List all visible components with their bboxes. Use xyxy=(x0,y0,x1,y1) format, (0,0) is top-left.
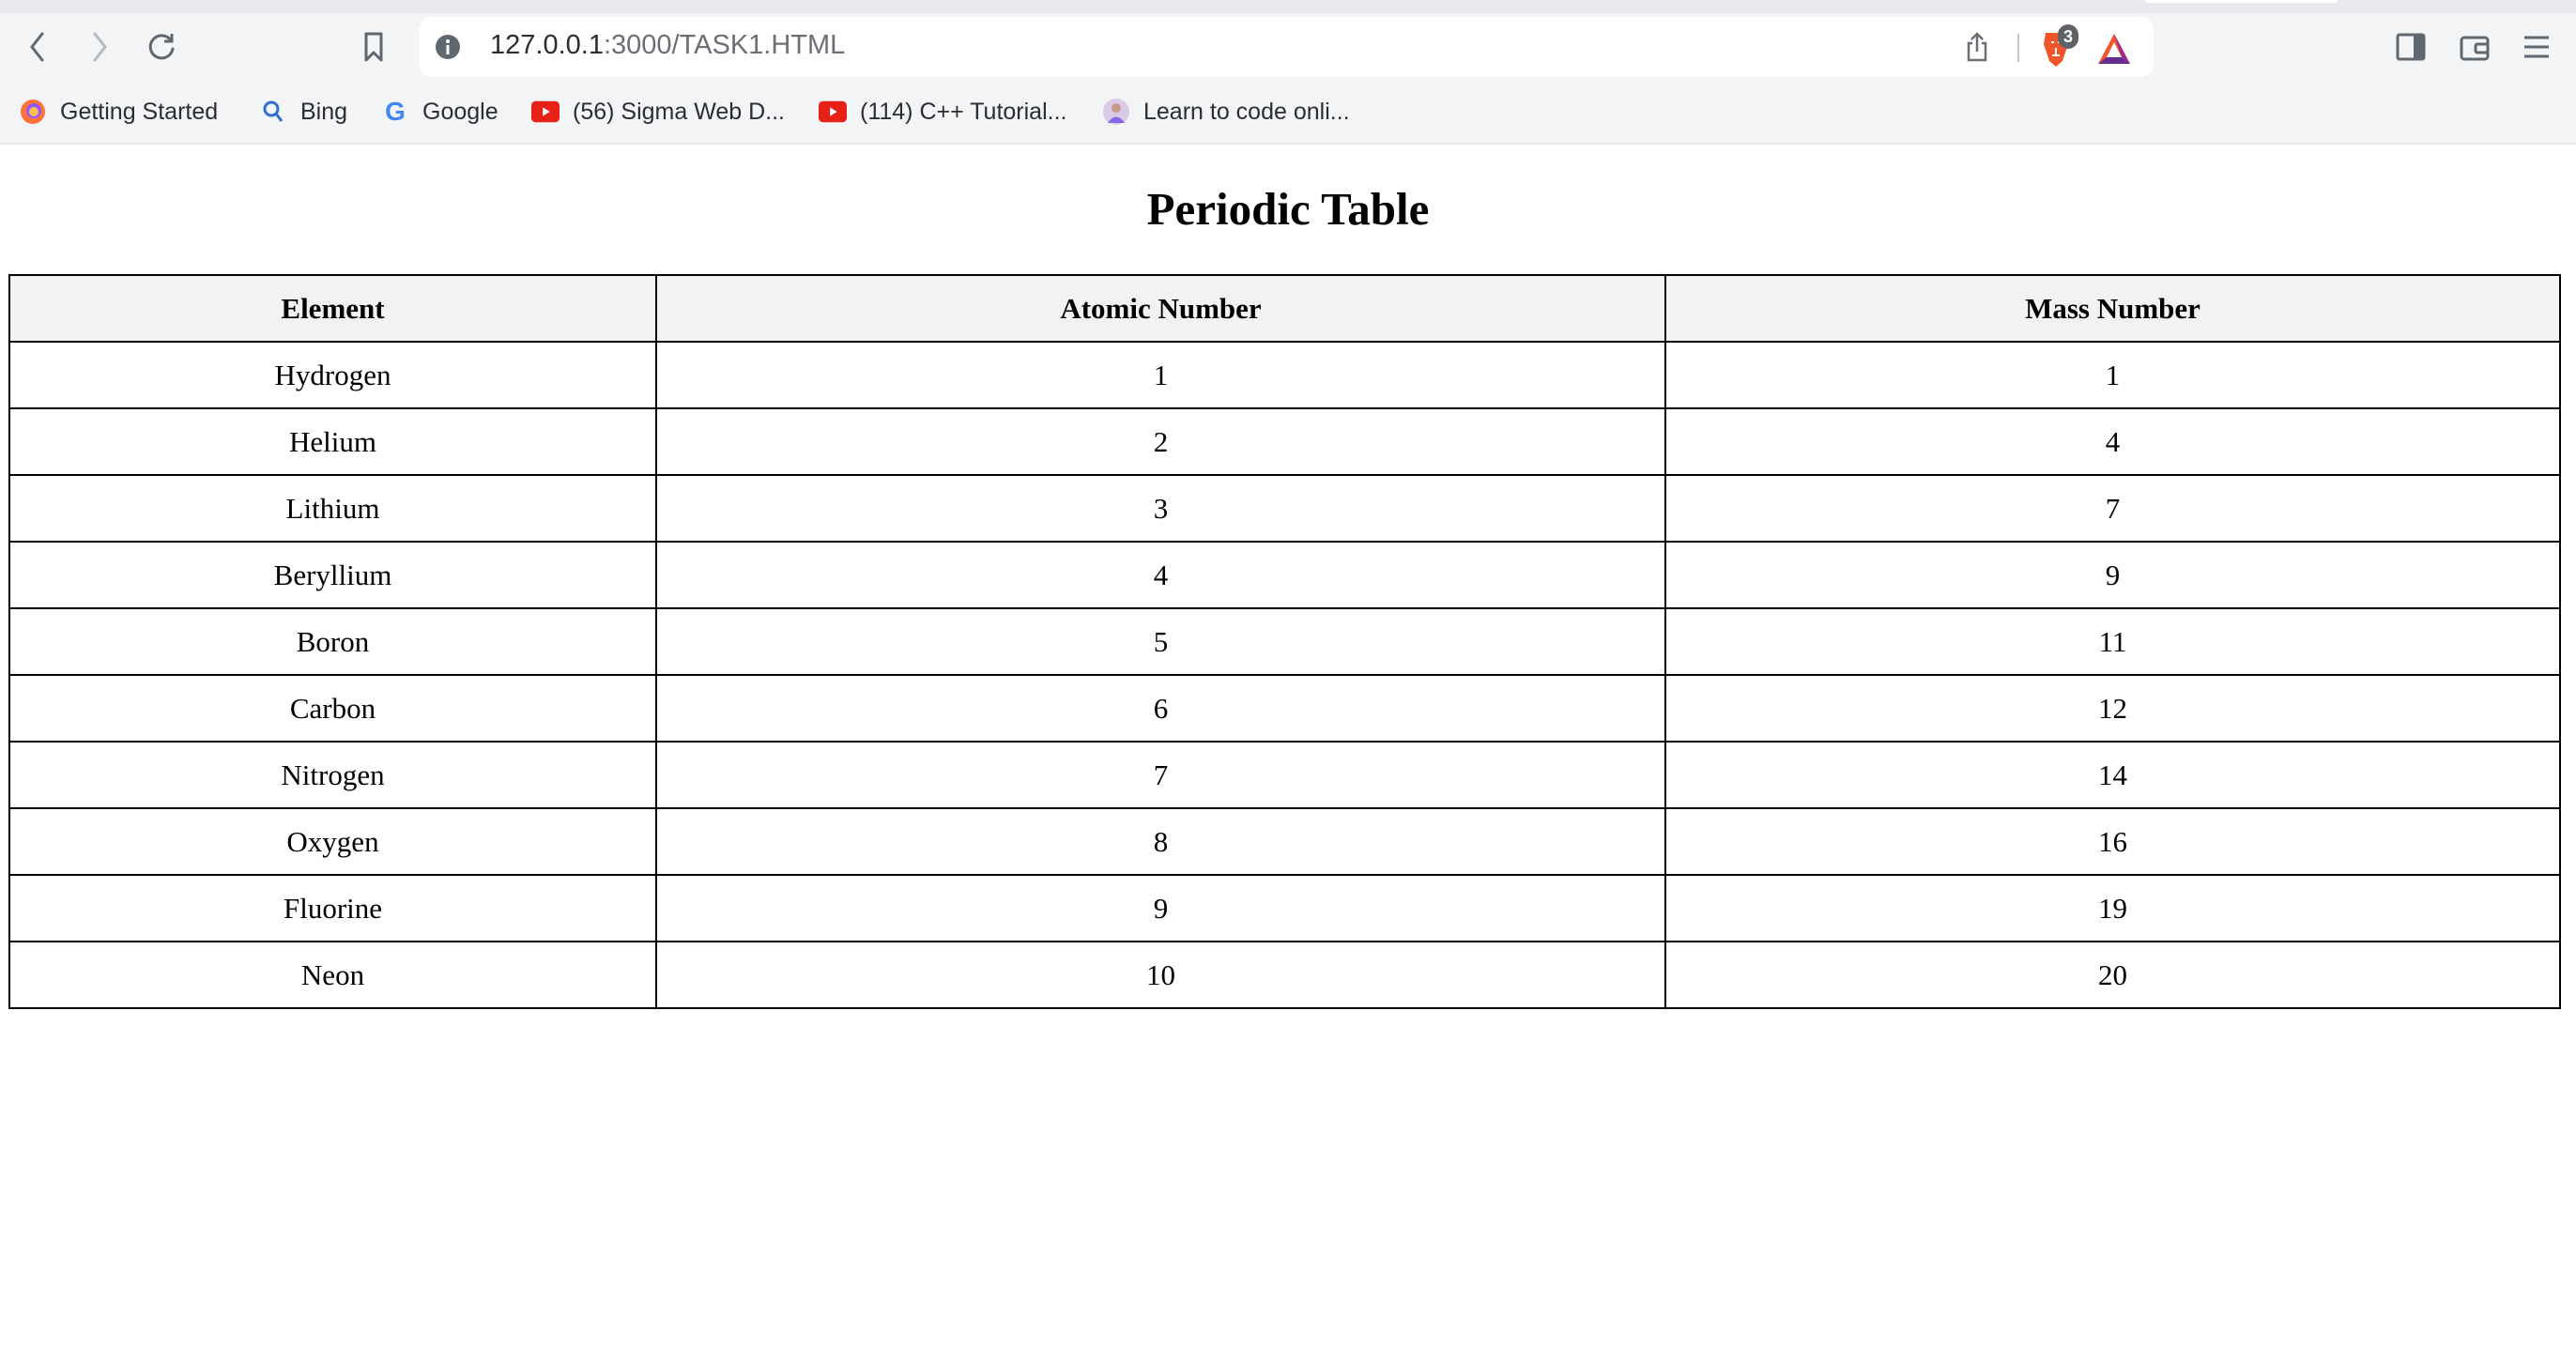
firefox-icon xyxy=(19,98,47,126)
atomic-number-cell: 10 xyxy=(655,941,1666,1009)
mass-number-cell: 19 xyxy=(1664,874,2561,942)
url-text[interactable]: 127.0.0.1:3000/TASK1.HTML xyxy=(490,30,845,61)
page-content: Periodic Table Element Atomic Number Mas… xyxy=(0,146,2576,1363)
brave-shields-icon[interactable]: 3 xyxy=(2035,24,2078,69)
column-header-mass-number: Mass Number xyxy=(1664,274,2561,343)
table-row: Neon 10 20 xyxy=(8,941,2561,1009)
bookmark-label: Learn to code onli... xyxy=(1143,98,1350,125)
atomic-number-cell: 6 xyxy=(655,674,1666,743)
table-row: Nitrogen 7 14 xyxy=(8,741,2561,809)
atomic-number-cell: 3 xyxy=(655,474,1666,543)
atomic-number-cell: 1 xyxy=(655,341,1666,409)
mass-number-cell: 20 xyxy=(1664,941,2561,1009)
wallet-icon[interactable] xyxy=(2456,28,2493,66)
forward-icon[interactable] xyxy=(81,28,118,66)
table-row: Hydrogen 1 1 xyxy=(8,341,2561,409)
bookmark-bing[interactable]: Bing xyxy=(259,96,347,128)
site-info-icon[interactable] xyxy=(434,33,462,61)
tab-strip xyxy=(0,0,2576,13)
bing-search-icon xyxy=(259,98,287,126)
bookmark-label: Google xyxy=(422,98,498,125)
atomic-number-cell: 9 xyxy=(655,874,1666,942)
table-row: Carbon 6 12 xyxy=(8,674,2561,743)
back-icon[interactable] xyxy=(19,28,56,66)
element-cell: Lithium xyxy=(8,474,657,543)
bookmark-label: (114) C++ Tutorial... xyxy=(860,98,1067,125)
atomic-number-cell: 2 xyxy=(655,407,1666,476)
reload-icon[interactable] xyxy=(143,28,180,66)
share-icon[interactable] xyxy=(1960,30,1994,64)
column-header-atomic-number: Atomic Number xyxy=(655,274,1666,343)
bookmark-cpp-tutorial[interactable]: (114) C++ Tutorial... xyxy=(819,96,1066,128)
bookmark-getting-started[interactable]: Getting Started xyxy=(19,96,218,128)
mass-number-cell: 14 xyxy=(1664,741,2561,809)
mass-number-cell: 16 xyxy=(1664,807,2561,876)
address-bar[interactable]: 127.0.0.1:3000/TASK1.HTML 3 xyxy=(419,17,2154,77)
bookmark-label: Bing xyxy=(300,98,348,125)
mass-number-cell: 12 xyxy=(1664,674,2561,743)
sidebar-toggle-icon[interactable] xyxy=(2392,28,2430,66)
bookmark-icon[interactable] xyxy=(355,28,392,66)
table-row: Fluorine 9 19 xyxy=(8,874,2561,942)
atomic-number-cell: 8 xyxy=(655,807,1666,876)
bookmarks-bar: Getting Started Bing G Google (56) Sigma… xyxy=(0,79,2576,145)
element-cell: Nitrogen xyxy=(8,741,657,809)
element-cell: Hydrogen xyxy=(8,341,657,409)
youtube-icon xyxy=(819,98,847,126)
atomic-number-cell: 7 xyxy=(655,741,1666,809)
mass-number-cell: 1 xyxy=(1664,341,2561,409)
atomic-number-cell: 4 xyxy=(655,541,1666,609)
bookmark-label: Getting Started xyxy=(60,98,219,125)
menu-icon[interactable] xyxy=(2518,28,2555,66)
url-host: 127.0.0.1 xyxy=(490,30,604,60)
element-cell: Helium xyxy=(8,407,657,476)
bookmark-google[interactable]: G Google xyxy=(381,96,498,128)
bookmark-learn-to-code[interactable]: Learn to code onli... xyxy=(1102,96,1350,128)
table-row: Boron 5 11 xyxy=(8,607,2561,676)
mass-number-cell: 7 xyxy=(1664,474,2561,543)
bookmark-sigma-web[interactable]: (56) Sigma Web D... xyxy=(531,96,785,128)
table-row: Helium 2 4 xyxy=(8,407,2561,476)
mass-number-cell: 9 xyxy=(1664,541,2561,609)
element-cell: Boron xyxy=(8,607,657,676)
table-row: Lithium 3 7 xyxy=(8,474,2561,543)
bookmark-label: (56) Sigma Web D... xyxy=(573,98,786,125)
shields-badge: 3 xyxy=(2058,24,2078,49)
element-cell: Fluorine xyxy=(8,874,657,942)
column-header-element: Element xyxy=(8,274,657,343)
page-title: Periodic Table xyxy=(1146,183,1430,235)
element-cell: Neon xyxy=(8,941,657,1009)
element-cell: Carbon xyxy=(8,674,657,743)
active-tab-edge[interactable] xyxy=(2145,0,2338,3)
url-path: :3000/TASK1.HTML xyxy=(603,30,846,60)
google-icon: G xyxy=(385,97,406,126)
youtube-icon xyxy=(531,98,560,126)
mass-number-cell: 11 xyxy=(1664,607,2561,676)
brave-rewards-icon[interactable] xyxy=(2095,30,2133,68)
avatar-icon xyxy=(1102,98,1130,126)
table-row: Beryllium 4 9 xyxy=(8,541,2561,609)
element-cell: Oxygen xyxy=(8,807,657,876)
atomic-number-cell: 5 xyxy=(655,607,1666,676)
browser-toolbar: 127.0.0.1:3000/TASK1.HTML 3 xyxy=(0,13,2576,79)
element-cell: Beryllium xyxy=(8,541,657,609)
periodic-table: Element Atomic Number Mass Number Hydrog… xyxy=(8,274,2561,1009)
mass-number-cell: 4 xyxy=(1664,407,2561,476)
divider xyxy=(2017,34,2019,62)
table-header-row: Element Atomic Number Mass Number xyxy=(8,274,2561,343)
table-row: Oxygen 8 16 xyxy=(8,807,2561,876)
